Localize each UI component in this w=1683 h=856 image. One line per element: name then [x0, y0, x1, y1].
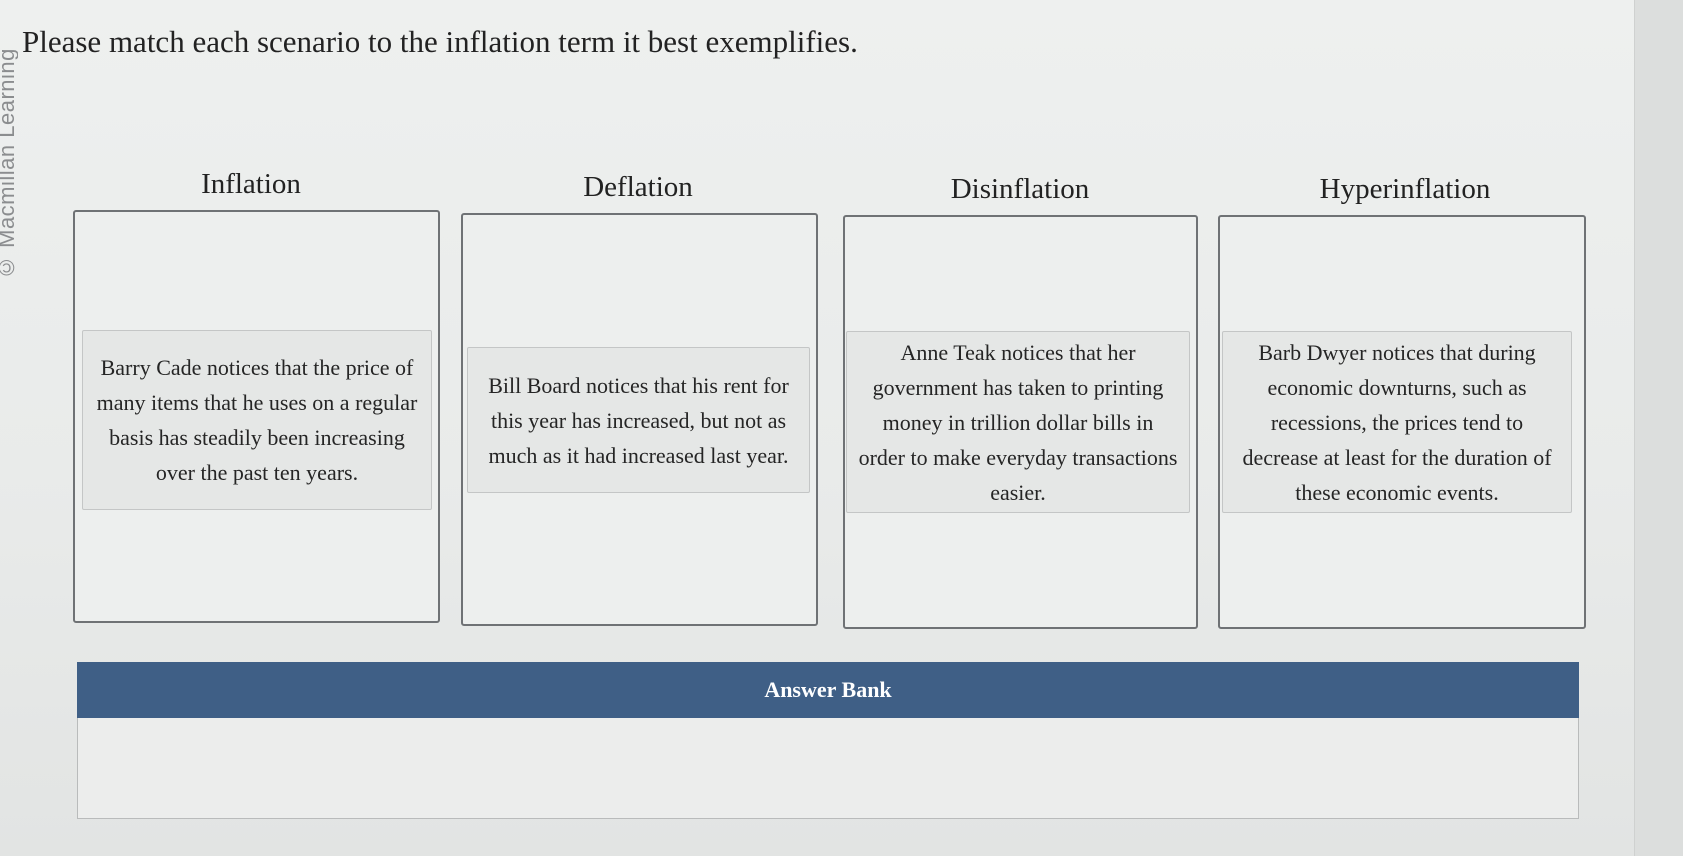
scenario-card-barb-dwyer[interactable]: Barb Dwyer notices that during economic … [1222, 331, 1572, 513]
column-title-inflation: Inflation [201, 168, 301, 200]
question-prompt: Please match each scenario to the inflat… [22, 24, 858, 59]
column-title-deflation: Deflation [583, 171, 693, 203]
scenario-card-barry-cade[interactable]: Barry Cade notices that the price of man… [82, 330, 432, 510]
scenario-card-anne-teak[interactable]: Anne Teak notices that her government ha… [846, 331, 1190, 513]
answer-bank-area[interactable] [77, 718, 1579, 819]
answer-bank-header: Answer Bank [77, 662, 1579, 718]
column-title-hyperinflation: Hyperinflation [1319, 173, 1491, 205]
scenario-card-bill-board[interactable]: Bill Board notices that his rent for thi… [467, 347, 810, 493]
background-edge [1634, 0, 1683, 856]
copyright-watermark: © Macmillan Learning [0, 48, 18, 280]
column-title-disinflation: Disinflation [950, 173, 1090, 205]
